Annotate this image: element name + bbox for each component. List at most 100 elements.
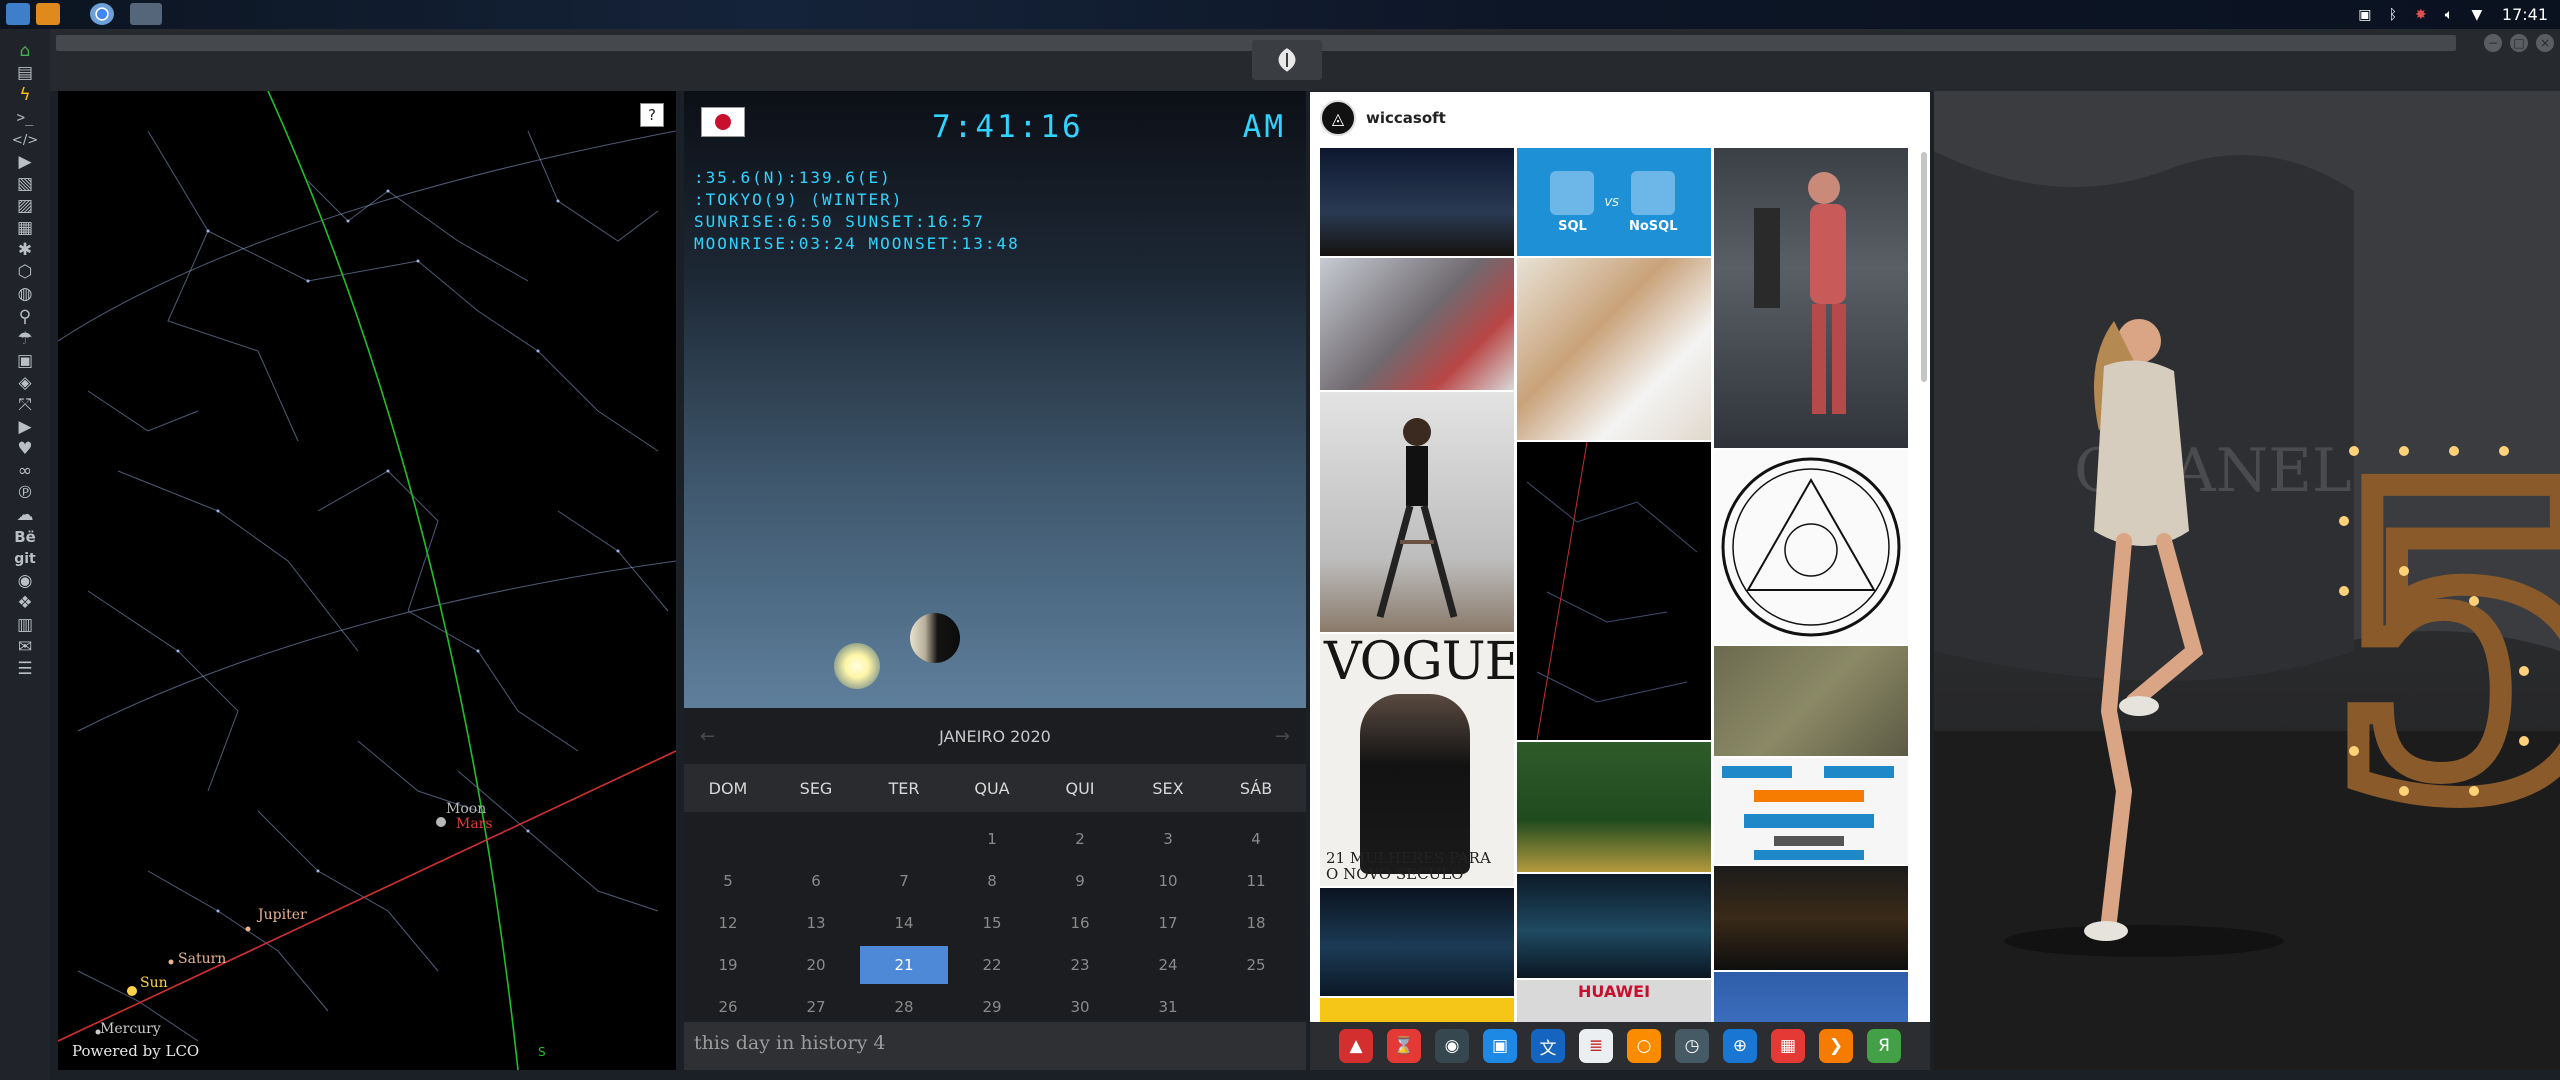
- git-icon[interactable]: git: [13, 547, 37, 571]
- day-cell[interactable]: 5: [684, 860, 772, 902]
- photo-tile[interactable]: [1517, 258, 1711, 440]
- search-app-icon[interactable]: ○: [1627, 1029, 1661, 1063]
- acrobat-icon[interactable]: ▲: [1339, 1029, 1373, 1063]
- settings-icon[interactable]: ✸: [2412, 6, 2430, 24]
- day-cell[interactable]: 23: [1036, 944, 1124, 986]
- photo-tile[interactable]: [1320, 148, 1514, 256]
- day-cell[interactable]: 11: [1212, 860, 1300, 902]
- photo-tile[interactable]: [1320, 888, 1514, 996]
- day-cell[interactable]: 10: [1124, 860, 1212, 902]
- wifi-icon[interactable]: ▼: [2468, 6, 2486, 24]
- day-cell[interactable]: 25: [1212, 944, 1300, 986]
- day-cell[interactable]: 12: [684, 902, 772, 944]
- day-cell[interactable]: 6: [772, 860, 860, 902]
- clock-app-icon[interactable]: ◷: [1675, 1029, 1709, 1063]
- this-day-in-history[interactable]: this day in history 4: [684, 1022, 1306, 1070]
- umbrella-icon[interactable]: ☂: [13, 327, 37, 351]
- sky-chart[interactable]: Moon Mars Jupiter Saturn Sun Mercury S ?…: [58, 91, 676, 1070]
- photo-tile[interactable]: [1320, 392, 1514, 632]
- day-cell[interactable]: 2: [1036, 818, 1124, 860]
- day-cell[interactable]: 1: [948, 818, 1036, 860]
- day-cell[interactable]: 7: [860, 860, 948, 902]
- sigil-tile[interactable]: [1714, 450, 1908, 644]
- day-cell[interactable]: 18: [1212, 902, 1300, 944]
- bluetooth-icon[interactable]: ᛒ: [2384, 6, 2402, 24]
- sql-vs-nosql-tile[interactable]: SQL VS NoSQL: [1517, 148, 1711, 256]
- github-icon[interactable]: ◉: [13, 569, 37, 593]
- feed-scrollbar[interactable]: [1921, 152, 1927, 382]
- news-icon[interactable]: ▦: [13, 216, 37, 240]
- play-icon[interactable]: ▶: [13, 150, 37, 174]
- map-icon[interactable]: ▥: [13, 613, 37, 637]
- instagram-username[interactable]: wiccasoft: [1366, 109, 1446, 127]
- expand-icon[interactable]: ⤧: [13, 393, 37, 417]
- contact-icon[interactable]: ▣: [13, 349, 37, 373]
- photo-tile[interactable]: [1714, 972, 1908, 1022]
- globe-app-icon[interactable]: ⊕: [1723, 1029, 1757, 1063]
- day-cell[interactable]: 21: [860, 946, 948, 984]
- day-cell[interactable]: 3: [1124, 818, 1212, 860]
- home-icon[interactable]: ⌂: [13, 39, 37, 63]
- volume-icon[interactable]: 🔈︎: [2440, 6, 2458, 24]
- hourglass-icon[interactable]: ⌛: [1387, 1029, 1421, 1063]
- search-icon[interactable]: ⚲: [13, 305, 37, 329]
- hexagon-icon[interactable]: ⬡: [13, 260, 37, 284]
- behance-icon[interactable]: Bë: [13, 525, 37, 549]
- day-cell[interactable]: 15: [948, 902, 1036, 944]
- day-cell[interactable]: 14: [860, 902, 948, 944]
- photo-tile[interactable]: [1517, 874, 1711, 978]
- photo-tile[interactable]: [1320, 998, 1514, 1022]
- vogue-cover[interactable]: VOGUE 21 MULHERES PARA O NOVO SÉCULO: [1320, 634, 1514, 886]
- file-manager-icon[interactable]: [6, 3, 30, 25]
- day-cell[interactable]: 22: [948, 944, 1036, 986]
- calendar-app-icon[interactable]: ▦: [1771, 1029, 1805, 1063]
- day-cell[interactable]: 13: [772, 902, 860, 944]
- day-cell[interactable]: 4: [1212, 818, 1300, 860]
- photo-tile[interactable]: [1714, 148, 1908, 448]
- globe-icon[interactable]: ◍: [13, 282, 37, 306]
- sky-map-tile[interactable]: [1517, 442, 1711, 740]
- document-icon[interactable]: ▤: [13, 61, 37, 85]
- list-icon[interactable]: ☰: [13, 657, 37, 681]
- day-cell[interactable]: 9: [1036, 860, 1124, 902]
- photo-tile[interactable]: [1714, 866, 1908, 970]
- huawei-tile[interactable]: HUAWEI: [1517, 980, 1711, 1022]
- system-clock[interactable]: 17:41: [2502, 5, 2548, 24]
- arrow-app-icon[interactable]: ❯: [1819, 1029, 1853, 1063]
- day-cell[interactable]: 17: [1124, 902, 1212, 944]
- chrome-icon[interactable]: [90, 3, 114, 25]
- day-cell[interactable]: 8: [948, 860, 1036, 902]
- cloud-icon[interactable]: ☁: [13, 503, 37, 527]
- photos-icon[interactable]: ▣: [1483, 1029, 1517, 1063]
- image-icon[interactable]: ▨: [13, 194, 37, 218]
- close-button[interactable]: ×: [2536, 34, 2554, 52]
- notes-icon[interactable]: ≣: [1579, 1029, 1613, 1063]
- screenshot-icon[interactable]: ▣: [2356, 6, 2374, 24]
- sublime-icon[interactable]: [36, 3, 60, 25]
- day-cell[interactable]: 24: [1124, 944, 1212, 986]
- translate-icon[interactable]: 文: [1531, 1029, 1565, 1063]
- terminal-icon[interactable]: >_: [13, 106, 37, 130]
- japan-flag-icon[interactable]: [701, 107, 745, 137]
- yandex-icon[interactable]: Я: [1867, 1029, 1901, 1063]
- link-icon[interactable]: ∞: [13, 459, 37, 483]
- tag-icon[interactable]: ◈: [13, 371, 37, 395]
- maximize-button[interactable]: □: [2510, 34, 2528, 52]
- code-icon[interactable]: </>: [12, 128, 38, 152]
- avatar[interactable]: ◬: [1320, 100, 1356, 136]
- day-cell[interactable]: 16: [1036, 902, 1124, 944]
- prev-month-button[interactable]: ←: [700, 726, 715, 747]
- cubes-icon[interactable]: ❖: [13, 591, 37, 615]
- mail-icon[interactable]: ✉: [13, 635, 37, 659]
- next-month-button[interactable]: →: [1275, 726, 1290, 747]
- pinterest-icon[interactable]: ℗: [13, 481, 37, 505]
- diagram-tile[interactable]: [1714, 758, 1908, 864]
- workspace-thumbnail[interactable]: [130, 3, 162, 25]
- day-cell[interactable]: 20: [772, 944, 860, 986]
- help-button[interactable]: ?: [640, 103, 664, 127]
- rebel-alliance-icon[interactable]: [1252, 40, 1322, 80]
- stellarium-icon[interactable]: ◉: [1435, 1029, 1469, 1063]
- asterisk-icon[interactable]: ✱: [13, 238, 37, 262]
- heart-icon[interactable]: ♥: [13, 437, 37, 461]
- files-icon[interactable]: ▧: [13, 172, 37, 196]
